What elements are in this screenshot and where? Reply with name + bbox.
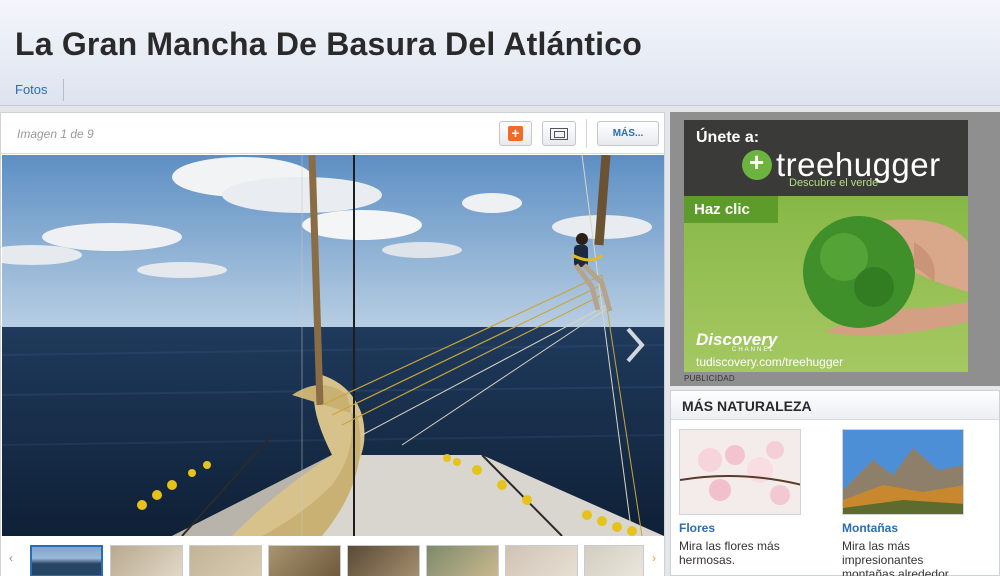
image-counter: Imagen 1 de 9	[17, 127, 94, 141]
toolbar-divider	[586, 119, 587, 148]
card-flores[interactable]: Flores Mira las flores más hermosas.	[679, 429, 803, 567]
more-nature-panel: MÁS NATURALEZA Flores Mira las flores má…	[670, 390, 1000, 576]
page-header: La Gran Mancha De Basura Del Atlántico F…	[0, 0, 1000, 106]
green-globe-in-hands-image	[803, 216, 968, 336]
thumbnail-8[interactable]	[584, 545, 644, 576]
ad-tagline: Descubre el verde	[789, 177, 879, 189]
plus-icon: +	[508, 126, 523, 141]
card-title-montanas: Montañas	[842, 521, 899, 535]
ad-label: PUBLICIDAD	[684, 374, 736, 383]
fullscreen-button[interactable]	[542, 121, 576, 146]
flowers-image	[679, 429, 801, 515]
page-title: La Gran Mancha De Basura Del Atlántico	[15, 26, 643, 62]
ad-banner[interactable]: Únete a: treehugger Descubre el verde Ha…	[684, 120, 968, 372]
thumbnail-7[interactable]	[505, 545, 578, 576]
sub-navigation: Fotos	[0, 76, 64, 104]
thumbnail-1[interactable]	[30, 545, 103, 576]
card-desc-montanas: Mira las más impresionantes montañas alr…	[842, 539, 949, 576]
thumbnail-strip: ‹ ›	[1, 537, 664, 576]
thumbnail-4[interactable]	[268, 545, 341, 576]
thumbnail-2[interactable]	[110, 545, 183, 576]
ad-header: Únete a: treehugger Descubre el verde	[684, 120, 968, 196]
ad-join-text: Únete a:	[696, 129, 760, 146]
next-photo-arrow-icon[interactable]	[620, 323, 650, 367]
advertisement: Únete a: treehugger Descubre el verde Ha…	[670, 112, 1000, 386]
fullscreen-icon	[550, 127, 568, 140]
card-title-flores: Flores	[679, 521, 716, 535]
more-nature-header: MÁS NATURALEZA	[671, 391, 999, 420]
photo-gallery: Imagen 1 de 9 + MÁS... ‹ ›	[0, 112, 665, 576]
thumbnail-5[interactable]	[347, 545, 420, 576]
thumbnail-3[interactable]	[189, 545, 262, 576]
treehugger-logo-icon	[742, 147, 772, 180]
nav-item-fotos[interactable]: Fotos	[0, 79, 64, 101]
mountains-image	[842, 429, 964, 515]
more-button[interactable]: MÁS...	[597, 121, 659, 146]
gallery-toolbar: Imagen 1 de 9 + MÁS...	[1, 113, 664, 154]
ad-url: tudiscovery.com/treehugger	[696, 355, 844, 369]
sailboat-photo	[2, 155, 664, 536]
thumbnails-prev-arrow-icon[interactable]: ‹	[9, 551, 13, 565]
main-photo	[2, 155, 664, 536]
thumbnails-next-arrow-icon[interactable]: ›	[652, 551, 656, 565]
card-montanas[interactable]: Montañas Mira las más impresionantes mon…	[842, 429, 966, 576]
add-button[interactable]: +	[499, 121, 532, 146]
more-nature-title: MÁS NATURALEZA	[682, 398, 812, 414]
card-desc-flores: Mira las flores más hermosas.	[679, 539, 780, 567]
thumbnail-6[interactable]	[426, 545, 499, 576]
discovery-channel-text: CHANNEL	[732, 347, 775, 353]
